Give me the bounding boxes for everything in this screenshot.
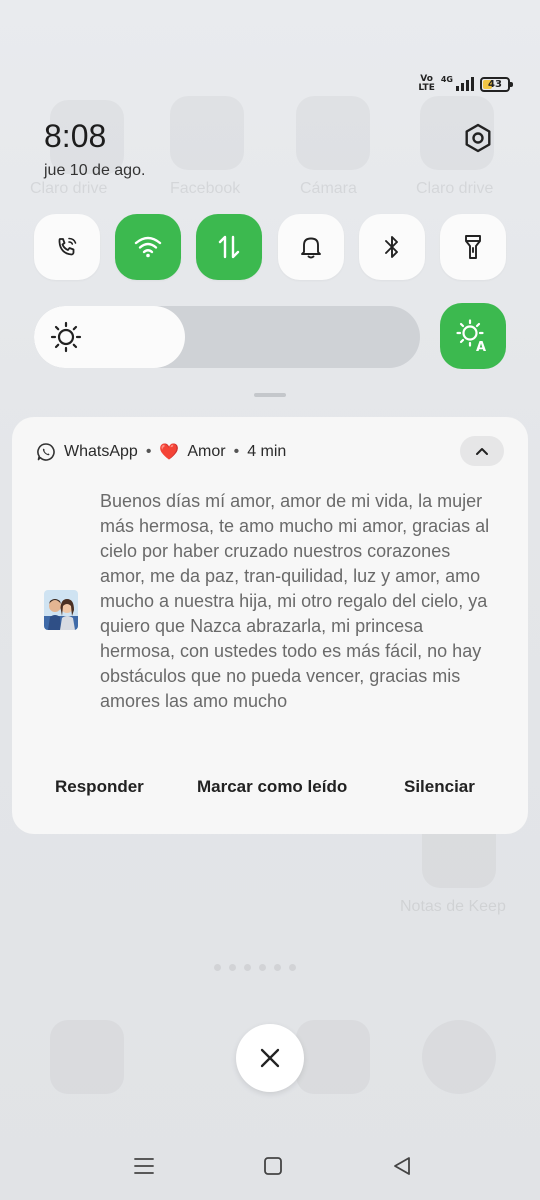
- bg-app-label: Cámara: [300, 180, 357, 197]
- mobile-data-tile[interactable]: [196, 214, 263, 280]
- auto-brightness-toggle[interactable]: A: [440, 303, 506, 369]
- collapse-button[interactable]: [460, 436, 504, 466]
- navigation-bar: [0, 1146, 540, 1186]
- mark-as-read-button[interactable]: Marcar como leído: [197, 777, 347, 797]
- square-icon: [264, 1157, 282, 1175]
- phone-wifi-icon: [58, 237, 77, 256]
- wifi-calling-tile[interactable]: [34, 214, 100, 280]
- flashlight-icon: [464, 235, 481, 259]
- data-arrows-icon: [219, 235, 240, 259]
- network-type: 4G: [440, 75, 453, 84]
- status-bar: Vo LTE 4G 43: [418, 72, 513, 96]
- flashlight-tile[interactable]: [439, 214, 506, 280]
- reply-button[interactable]: Responder: [55, 777, 144, 797]
- wifi-icon: [134, 236, 162, 258]
- gear-icon[interactable]: [458, 118, 498, 158]
- wifi-tile[interactable]: [115, 214, 182, 280]
- svg-text:A: A: [476, 340, 486, 353]
- recents-button[interactable]: [124, 1146, 164, 1186]
- separator-dot: •: [145, 443, 152, 460]
- bell-icon: [300, 237, 321, 259]
- volte-indicator: Vo LTE: [418, 74, 435, 93]
- whatsapp-notification[interactable]: WhatsApp • ❤️ Amor • 4 min Buenos días m…: [12, 417, 528, 834]
- menu-lines-icon: [134, 1158, 154, 1174]
- bluetooth-tile[interactable]: [358, 214, 425, 280]
- bg-app-label: Facebook: [170, 180, 241, 197]
- sound-tile[interactable]: [277, 214, 344, 280]
- clock-date: jue 10 de ago.: [44, 162, 146, 179]
- bg-app-icon: [296, 1020, 370, 1094]
- quick-settings-tiles: [34, 214, 506, 280]
- separator-dot: •: [233, 443, 240, 460]
- sun-icon: [50, 321, 82, 353]
- notification-message: Buenos días mí amor, amor de mi vida, la…: [100, 491, 490, 711]
- bluetooth-icon: [384, 236, 398, 258]
- whatsapp-icon: [37, 443, 55, 461]
- battery-level: 43: [488, 78, 502, 90]
- back-button[interactable]: [382, 1146, 422, 1186]
- bg-app-label: Notas de Keep: [400, 898, 506, 915]
- heart-icon: ❤️: [159, 444, 180, 461]
- notification-time: 4 min: [247, 443, 287, 460]
- home-button[interactable]: [253, 1146, 293, 1186]
- clock-time: 8:08: [44, 118, 107, 154]
- bg-app-icon: [422, 1020, 496, 1094]
- signal-icon: 4G: [440, 75, 474, 91]
- notification-app-name: WhatsApp: [64, 443, 138, 460]
- mute-button[interactable]: Silenciar: [404, 777, 475, 797]
- page-indicator: [214, 964, 296, 971]
- bg-app-icon: [296, 96, 370, 170]
- close-icon: [260, 1048, 280, 1068]
- chevron-up-icon: [476, 448, 488, 455]
- contact-avatar: [44, 590, 78, 630]
- back-triangle-icon: [394, 1157, 410, 1175]
- clear-notifications-button[interactable]: [236, 1024, 304, 1092]
- bg-app-icon: [50, 1020, 124, 1094]
- bg-app-label: Claro drive: [416, 180, 494, 197]
- bg-app-label: Claro drive: [30, 180, 108, 197]
- bg-app-icon: [170, 96, 244, 170]
- notification-header: WhatsApp • ❤️ Amor • 4 min: [36, 441, 286, 463]
- panel-drag-handle[interactable]: [254, 393, 286, 397]
- auto-brightness-icon: A: [456, 319, 486, 353]
- battery-icon: 43: [480, 76, 513, 92]
- notification-contact: Amor: [187, 443, 226, 460]
- brightness-slider[interactable]: [34, 306, 420, 368]
